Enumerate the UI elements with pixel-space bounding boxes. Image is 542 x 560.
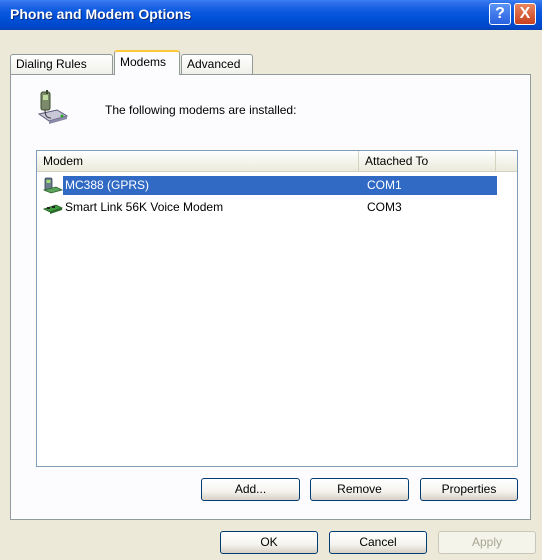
add-button[interactable]: Add...: [201, 478, 300, 501]
installed-modems-label: The following modems are installed:: [105, 103, 297, 117]
attached-port: COM3: [367, 200, 402, 214]
list-header: Modem Attached To: [37, 151, 517, 172]
title-bar[interactable]: Phone and Modem Options ? X: [0, 0, 542, 30]
attached-port: COM1: [367, 178, 402, 192]
properties-button[interactable]: Properties: [420, 478, 518, 501]
tab-label: Advanced: [187, 57, 241, 71]
close-icon: X: [519, 5, 531, 22]
help-icon: ?: [495, 5, 505, 22]
phone-and-modem-options-dialog: Phone and Modem Options ? X Dialing Rule…: [0, 0, 542, 560]
column-header-filler: [496, 151, 517, 171]
help-button[interactable]: ?: [489, 3, 511, 25]
tab-advanced[interactable]: Advanced: [181, 54, 253, 74]
column-header-modem[interactable]: Modem: [37, 151, 359, 171]
gprs-modem-icon: [43, 177, 63, 194]
tab-modems[interactable]: Modems: [114, 50, 180, 75]
tab-label: Dialing Rules: [16, 57, 87, 71]
list-item[interactable]: Smart Link 56K Voice Modem COM3: [37, 198, 517, 217]
window-title: Phone and Modem Options: [10, 6, 192, 22]
tab-label: Modems: [120, 55, 167, 69]
modem-card-icon: [43, 204, 63, 214]
phone-modem-icon: [37, 90, 69, 124]
modem-name: Smart Link 56K Voice Modem: [65, 200, 224, 214]
ok-button[interactable]: OK: [220, 531, 318, 554]
list-item[interactable]: MC388 (GPRS) COM1: [37, 176, 517, 195]
close-button[interactable]: X: [514, 3, 536, 25]
remove-button[interactable]: Remove: [310, 478, 409, 501]
tab-dialing-rules[interactable]: Dialing Rules: [10, 54, 113, 74]
modem-name: MC388 (GPRS): [65, 178, 150, 192]
cancel-button[interactable]: Cancel: [329, 531, 427, 554]
apply-button[interactable]: Apply: [438, 531, 536, 554]
column-header-attached-to[interactable]: Attached To: [359, 151, 496, 171]
modems-list[interactable]: Modem Attached To MC388 (GPRS) COM1 Smar…: [36, 150, 518, 467]
